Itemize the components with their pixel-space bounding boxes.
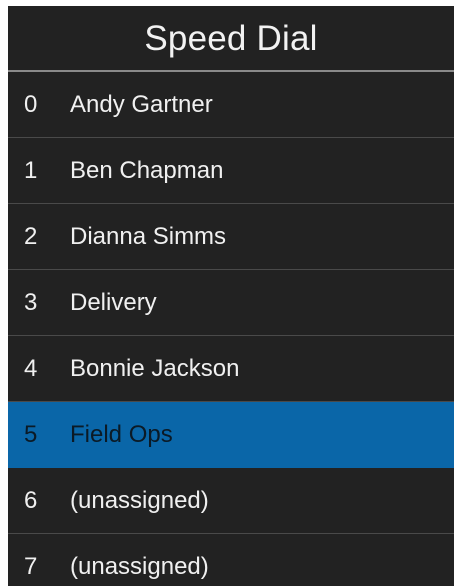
speed-dial-entry-4[interactable]: 4 Bonnie Jackson <box>8 336 454 402</box>
speed-dial-number: 1 <box>24 156 38 184</box>
contact-name: Field Ops <box>70 420 173 448</box>
speed-dial-entry-5[interactable]: 5 Field Ops <box>8 402 454 468</box>
speed-dial-list: 0 Andy Gartner 1 Ben Chapman 2 Dianna Si… <box>8 72 454 586</box>
speed-dial-entry-7[interactable]: 7 (unassigned) <box>8 534 454 586</box>
speed-dial-screen: Speed Dial 0 Andy Gartner 1 Ben Chapman … <box>8 6 454 586</box>
speed-dial-entry-2[interactable]: 2 Dianna Simms <box>8 204 454 270</box>
speed-dial-number: 7 <box>24 552 38 580</box>
speed-dial-number: 4 <box>24 354 38 382</box>
contact-name: Ben Chapman <box>70 156 224 184</box>
speed-dial-number: 2 <box>24 222 38 250</box>
contact-name: (unassigned) <box>70 486 209 514</box>
speed-dial-entry-3[interactable]: 3 Delivery <box>8 270 454 336</box>
contact-name: Dianna Simms <box>70 222 227 250</box>
contact-name: Delivery <box>70 288 157 316</box>
speed-dial-number: 5 <box>24 420 38 448</box>
contact-name: Bonnie Jackson <box>70 354 240 382</box>
speed-dial-entry-0[interactable]: 0 Andy Gartner <box>8 72 454 138</box>
contact-name: Andy Gartner <box>70 90 213 118</box>
speed-dial-number: 0 <box>24 90 38 118</box>
speed-dial-number: 6 <box>24 486 38 514</box>
contact-name: (unassigned) <box>70 552 209 580</box>
speed-dial-entry-6[interactable]: 6 (unassigned) <box>8 468 454 534</box>
speed-dial-entry-1[interactable]: 1 Ben Chapman <box>8 138 454 204</box>
speed-dial-number: 3 <box>24 288 38 316</box>
page-title: Speed Dial <box>8 6 454 72</box>
